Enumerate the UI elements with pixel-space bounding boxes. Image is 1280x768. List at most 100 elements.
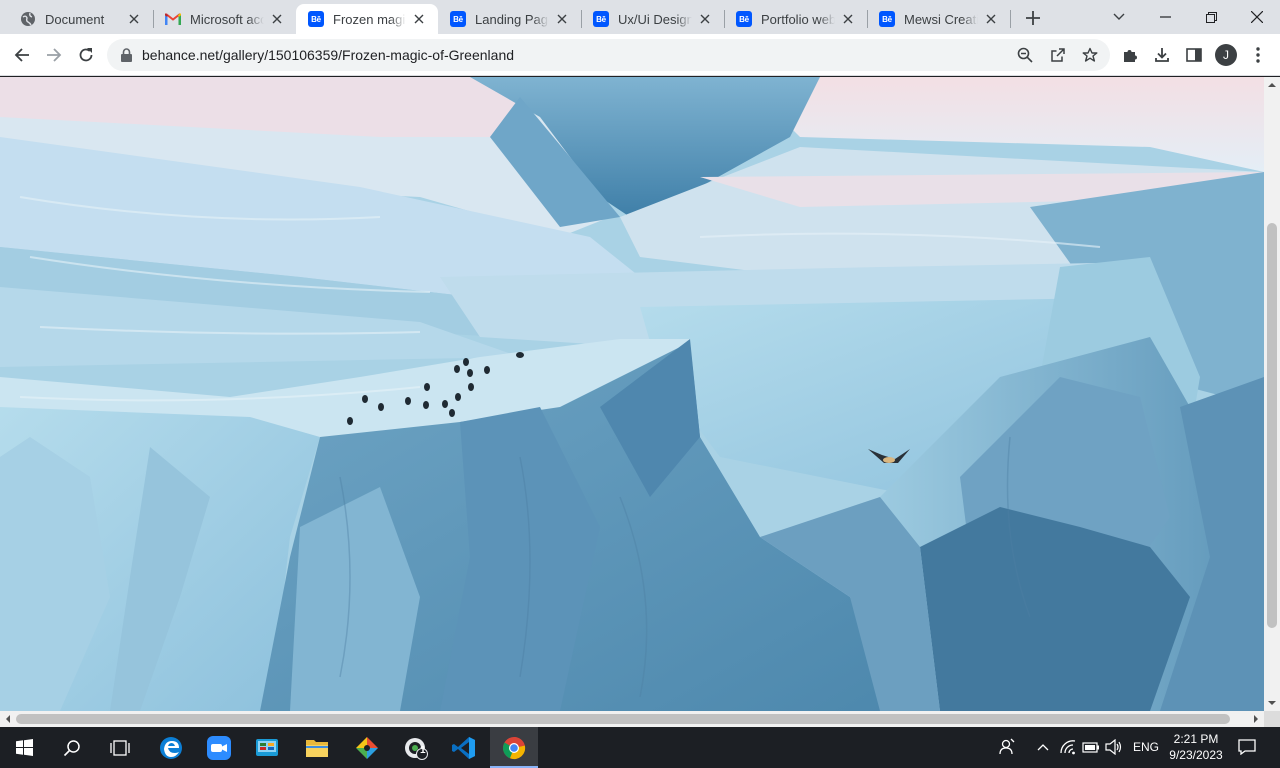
- globe-icon: [20, 11, 36, 27]
- tab-title: Ux/Ui Designer: [618, 11, 692, 27]
- clock[interactable]: 2:21 PM 9/23/2023: [1166, 731, 1226, 763]
- gmail-icon: [165, 11, 181, 27]
- taskbar-control-panel[interactable]: [243, 727, 291, 768]
- windows-logo-icon: [15, 739, 33, 756]
- avatar[interactable]: J: [1215, 44, 1237, 66]
- url-text[interactable]: behance.net/gallery/150106359/Frozen-mag…: [142, 39, 514, 71]
- address-bar[interactable]: behance.net/gallery/150106359/Frozen-mag…: [107, 39, 1110, 71]
- arrow-left-icon: [14, 48, 29, 62]
- gallery-image: [0, 77, 1264, 711]
- edge-icon: [160, 736, 182, 759]
- close-icon[interactable]: [839, 10, 857, 28]
- chrome-icon: [502, 736, 526, 759]
- behance-icon: Bē: [308, 11, 324, 27]
- clock-date: 9/23/2023: [1169, 748, 1223, 762]
- behance-icon: Bē: [450, 11, 466, 27]
- tab-mewsi-creative[interactable]: Bē Mewsi Creative: [867, 4, 1010, 34]
- tab-document[interactable]: Document: [8, 4, 153, 34]
- reload-icon: [79, 48, 93, 62]
- search-button[interactable]: [48, 727, 96, 768]
- scrollbar-corner: [1264, 711, 1280, 727]
- back-button[interactable]: [6, 39, 38, 71]
- close-window-button[interactable]: [1234, 0, 1280, 34]
- zoom-out-icon[interactable]: [1010, 39, 1040, 71]
- kebab-menu-icon: [1256, 47, 1260, 63]
- people-icon[interactable]: [997, 737, 1017, 757]
- scroll-right-arrow-icon[interactable]: [1248, 711, 1264, 727]
- close-icon[interactable]: [410, 10, 428, 28]
- tab-separator: [1010, 10, 1011, 28]
- close-icon[interactable]: [696, 10, 714, 28]
- share-icon[interactable]: [1043, 39, 1073, 71]
- plus-icon: [1026, 11, 1040, 25]
- tab-frozen-magic[interactable]: Bē Frozen magic o: [296, 4, 438, 34]
- windows-taskbar: 1 ENG 2:21 PM 9/23/2023: [0, 727, 1280, 768]
- scroll-down-arrow-icon[interactable]: [1264, 695, 1280, 711]
- taskbar-git[interactable]: [343, 727, 391, 768]
- behance-icon: Bē: [879, 11, 895, 27]
- iceberg-photo: [0, 77, 1264, 711]
- behance-icon: Bē: [736, 11, 752, 27]
- tab-title: Mewsi Creative: [904, 11, 978, 27]
- scrollbar-thumb[interactable]: [16, 714, 1230, 724]
- language-indicator[interactable]: ENG: [1133, 740, 1159, 754]
- profile-button[interactable]: J: [1210, 39, 1242, 71]
- download-icon: [1155, 48, 1169, 62]
- lock-icon[interactable]: [119, 47, 133, 63]
- task-view-icon: [110, 739, 130, 756]
- task-view-button[interactable]: [96, 727, 144, 768]
- battery-icon[interactable]: [1081, 737, 1101, 757]
- reload-button[interactable]: [70, 39, 102, 71]
- behance-icon: Bē: [593, 11, 609, 27]
- close-icon[interactable]: [125, 10, 143, 28]
- folder-icon: [306, 739, 328, 757]
- scroll-up-arrow-icon[interactable]: [1264, 77, 1280, 93]
- notification-center-icon[interactable]: [1237, 737, 1257, 757]
- taskbar-edge[interactable]: [147, 727, 195, 768]
- wifi-icon[interactable]: [1058, 737, 1078, 757]
- extensions-button[interactable]: [1114, 39, 1146, 71]
- tab-title: Portfolio websi: [761, 11, 835, 27]
- volume-icon[interactable]: [1104, 737, 1124, 757]
- taskbar-vscode[interactable]: [440, 727, 488, 768]
- bookmark-star-icon[interactable]: [1075, 39, 1105, 71]
- tab-landing-page[interactable]: Bē Landing Page -: [438, 4, 581, 34]
- close-icon[interactable]: [553, 10, 571, 28]
- puzzle-icon: [1124, 50, 1137, 62]
- browser-toolbar: behance.net/gallery/150106359/Frozen-mag…: [0, 34, 1280, 76]
- close-icon[interactable]: [268, 10, 286, 28]
- scroll-left-arrow-icon[interactable]: [0, 711, 16, 727]
- tab-title: Landing Page -: [475, 11, 549, 27]
- start-button[interactable]: [0, 727, 48, 768]
- close-icon[interactable]: [982, 10, 1000, 28]
- taskbar-chrome[interactable]: [490, 727, 538, 768]
- chevron-up-icon[interactable]: [1033, 737, 1053, 757]
- tab-microsoft-account[interactable]: Microsoft acco: [153, 4, 296, 34]
- git-icon: [356, 736, 378, 759]
- new-tab-button[interactable]: [1020, 5, 1046, 31]
- search-icon: [63, 739, 80, 756]
- side-panel-button[interactable]: [1178, 39, 1210, 71]
- minimize-icon: [1159, 16, 1171, 18]
- control-panel-icon: [256, 738, 278, 756]
- tab-title: Microsoft acco: [190, 11, 264, 27]
- tab-portfolio-website[interactable]: Bē Portfolio websi: [724, 4, 867, 34]
- arrow-right-icon: [47, 48, 62, 62]
- clock-time: 2:21 PM: [1173, 732, 1219, 746]
- horizontal-scrollbar[interactable]: [0, 711, 1264, 727]
- tab-title: Frozen magic o: [333, 11, 406, 27]
- forward-button[interactable]: [38, 39, 70, 71]
- tab-search-button[interactable]: [1096, 0, 1142, 34]
- taskbar-zoom[interactable]: [195, 727, 243, 768]
- taskbar-file-explorer[interactable]: [293, 727, 341, 768]
- vertical-scrollbar[interactable]: [1264, 77, 1280, 711]
- restore-button[interactable]: [1188, 0, 1234, 34]
- tab-ux-ui-designer[interactable]: Bē Ux/Ui Designer: [581, 4, 724, 34]
- downloads-button[interactable]: [1146, 39, 1178, 71]
- scrollbar-thumb[interactable]: [1267, 223, 1277, 628]
- minimize-button[interactable]: [1142, 0, 1188, 34]
- restore-icon: [1205, 11, 1217, 23]
- menu-button[interactable]: [1242, 39, 1274, 71]
- tab-title: Document: [45, 11, 121, 27]
- taskbar-chat[interactable]: 1: [392, 727, 440, 768]
